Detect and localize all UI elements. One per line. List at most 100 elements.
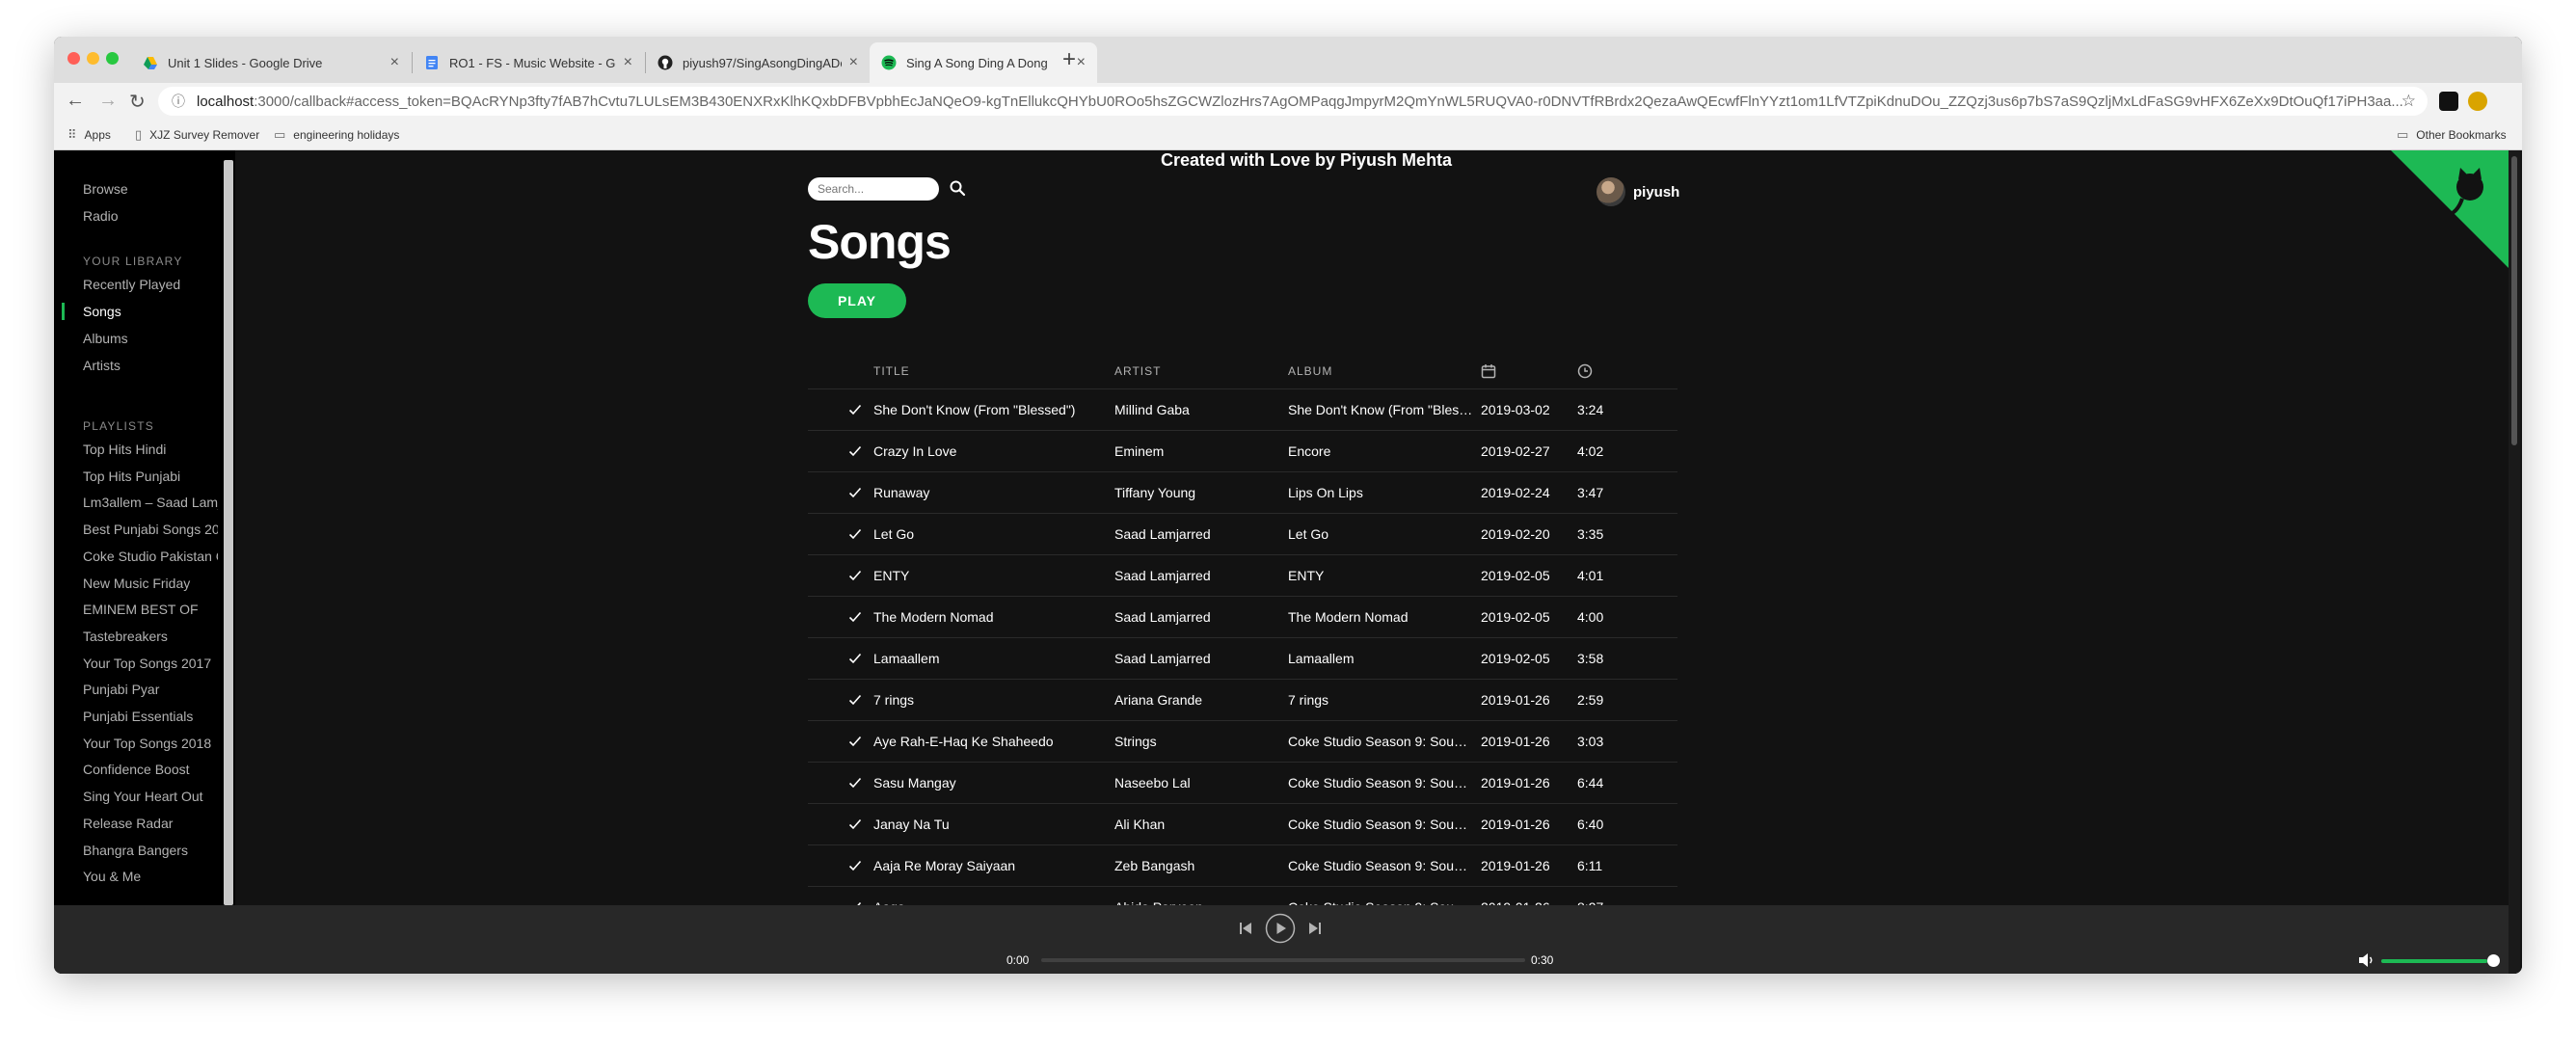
- sidebar-playlist-item[interactable]: Top Hits Hindi: [83, 442, 218, 457]
- close-window-button[interactable]: [67, 52, 80, 65]
- new-tab-button[interactable]: +: [1062, 46, 1076, 73]
- sidebar-playlist-item[interactable]: EMINEM BEST OF: [83, 602, 218, 617]
- bookmark-xjz-survey-remover[interactable]: ▯ XJZ Survey Remover: [135, 127, 259, 143]
- song-artist[interactable]: Naseebo Lal: [1114, 775, 1278, 790]
- table-row[interactable]: Let Go Saad Lamjarred Let Go 2019-02-20 3:35: [808, 514, 1677, 555]
- song-artist[interactable]: Saad Lamjarred: [1114, 568, 1278, 583]
- bookmark-engineering-holidays[interactable]: ▭ engineering holidays: [274, 127, 399, 143]
- checkmark-icon[interactable]: [848, 860, 862, 871]
- column-header-album[interactable]: ALBUM: [1288, 364, 1332, 378]
- song-album[interactable]: The Modern Nomad: [1288, 609, 1473, 625]
- sidebar-playlist-item[interactable]: Bhangra Bangers: [83, 843, 218, 858]
- browser-tab-drive[interactable]: Unit 1 Slides - Google Drive ×: [131, 42, 411, 83]
- song-album[interactable]: Coke Studio Season 9: Soundtrack: [1288, 817, 1473, 832]
- sidebar-playlist-item[interactable]: Tastebreakers: [83, 629, 218, 644]
- table-row[interactable]: 7 rings Ariana Grande 7 rings 2019-01-26 2:5…: [808, 680, 1677, 721]
- checkmark-icon[interactable]: [848, 487, 862, 498]
- song-album[interactable]: Lips On Lips: [1288, 485, 1473, 500]
- song-album[interactable]: Coke Studio Season 9: Soundtrack: [1288, 858, 1473, 873]
- column-header-artist[interactable]: ARTIST: [1114, 364, 1161, 378]
- sidebar-playlist-item[interactable]: New Music Friday: [83, 576, 218, 591]
- sidebar-playlist-item[interactable]: Confidence Boost: [83, 762, 218, 777]
- scrollbar-thumb[interactable]: [2511, 156, 2517, 445]
- forward-arrow-icon[interactable]: →: [98, 90, 118, 112]
- bookmark-star-icon[interactable]: ☆: [2402, 92, 2416, 111]
- previous-track-icon[interactable]: [1238, 921, 1253, 936]
- search-icon[interactable]: [949, 179, 966, 197]
- song-album[interactable]: Lamaallem: [1288, 651, 1473, 666]
- next-track-icon[interactable]: [1307, 921, 1323, 936]
- calendar-icon[interactable]: [1481, 363, 1496, 379]
- close-icon[interactable]: ×: [390, 54, 399, 71]
- address-bar[interactable]: ⓘ localhost:3000/callback#access_token=B…: [158, 87, 2428, 116]
- table-row[interactable]: The Modern Nomad Saad Lamjarred The Modern…: [808, 597, 1677, 638]
- github-corner-octocat-icon[interactable]: [2391, 150, 2509, 268]
- song-artist[interactable]: Strings: [1114, 734, 1278, 749]
- sidebar-playlist-item[interactable]: Best Punjabi Songs 2018: [83, 522, 218, 537]
- progress-bar[interactable]: [1041, 958, 1525, 962]
- table-row[interactable]: Aaja Re Moray Saiyaan Zeb Bangash Coke Stu…: [808, 845, 1677, 887]
- song-album[interactable]: Let Go: [1288, 526, 1473, 542]
- sidebar-scrollbar[interactable]: [224, 160, 233, 905]
- info-icon[interactable]: ⓘ: [172, 92, 185, 111]
- column-header-title[interactable]: TITLE: [873, 364, 910, 378]
- song-album[interactable]: She Don't Know (From "Blessed"): [1288, 402, 1473, 417]
- song-artist[interactable]: Eminem: [1114, 443, 1278, 459]
- sidebar-playlist-item[interactable]: Punjabi Essentials: [83, 709, 218, 724]
- reload-icon[interactable]: ↻: [129, 90, 146, 114]
- checkmark-icon[interactable]: [848, 611, 862, 623]
- sidebar-item-artists[interactable]: Artists: [83, 358, 218, 373]
- bookmark-apps[interactable]: ⠿ Apps: [67, 127, 111, 143]
- song-artist[interactable]: Zeb Bangash: [1114, 858, 1278, 873]
- table-row[interactable]: Aye Rah-E-Haq Ke Shaheedo Strings Coke Stu…: [808, 721, 1677, 763]
- table-row[interactable]: Runaway Tiffany Young Lips On Lips 2019-02-…: [808, 472, 1677, 514]
- sidebar-playlist-item[interactable]: Punjabi Pyar: [83, 682, 218, 697]
- song-artist[interactable]: Ali Khan: [1114, 817, 1278, 832]
- song-artist[interactable]: Saad Lamjarred: [1114, 526, 1278, 542]
- play-button[interactable]: PLAY: [808, 283, 906, 318]
- table-row[interactable]: Janay Na Tu Ali Khan Coke Studio Season 9:…: [808, 804, 1677, 845]
- song-artist[interactable]: Tiffany Young: [1114, 485, 1278, 500]
- sidebar-playlist-item[interactable]: Your Top Songs 2018: [83, 736, 218, 751]
- checkmark-icon[interactable]: [848, 445, 862, 457]
- checkmark-icon[interactable]: [848, 818, 862, 830]
- extension-icon[interactable]: [2439, 92, 2458, 111]
- sidebar-playlist-item[interactable]: Coke Studio Pakistan Covers: [83, 549, 218, 564]
- other-bookmarks[interactable]: ▭ Other Bookmarks: [2397, 127, 2507, 143]
- checkmark-icon[interactable]: [848, 736, 862, 747]
- play-pause-icon[interactable]: [1265, 913, 1296, 944]
- song-album[interactable]: Coke Studio Season 9: Soundtrack: [1288, 775, 1473, 790]
- sidebar-playlist-item[interactable]: Sing Your Heart Out: [83, 789, 218, 804]
- checkmark-icon[interactable]: [848, 528, 862, 540]
- checkmark-icon[interactable]: [848, 777, 862, 789]
- song-album[interactable]: Encore: [1288, 443, 1473, 459]
- volume-slider-handle[interactable]: [2487, 954, 2500, 967]
- song-album[interactable]: Coke Studio Season 9: Soundtrack: [1288, 734, 1473, 749]
- table-row[interactable]: Crazy In Love Eminem Encore 2019-02-27 4:02: [808, 431, 1677, 472]
- song-artist[interactable]: Ariana Grande: [1114, 692, 1278, 708]
- sidebar-playlist-item[interactable]: Release Radar: [83, 816, 218, 831]
- checkmark-icon[interactable]: [848, 694, 862, 706]
- song-album[interactable]: ENTY: [1288, 568, 1473, 583]
- user-profile[interactable]: piyush: [1597, 177, 1679, 206]
- table-row[interactable]: ENTY Saad Lamjarred ENTY 2019-02-05 4:01: [808, 555, 1677, 597]
- close-icon[interactable]: ×: [1077, 54, 1086, 71]
- browser-tab-docs[interactable]: RO1 - FS - Music Website - Google Docs ×: [413, 42, 644, 83]
- browser-tab-github[interactable]: piyush97/SingAsongDingADong: ... ×: [646, 42, 870, 83]
- page-scrollbar[interactable]: [2509, 150, 2520, 974]
- close-icon[interactable]: ×: [624, 54, 632, 71]
- sidebar-item-songs[interactable]: Songs: [83, 304, 218, 319]
- sidebar-playlist-item[interactable]: Top Hits Punjabi: [83, 469, 218, 484]
- table-row[interactable]: She Don't Know (From "Blessed") Millind G…: [808, 389, 1677, 431]
- checkmark-icon[interactable]: [848, 404, 862, 415]
- volume-slider[interactable]: [2381, 959, 2493, 963]
- search-input[interactable]: [808, 177, 939, 201]
- sidebar-item-albums[interactable]: Albums: [83, 331, 218, 346]
- sidebar-item-radio[interactable]: Radio: [83, 208, 218, 224]
- song-artist[interactable]: Saad Lamjarred: [1114, 651, 1278, 666]
- sidebar-playlist-item[interactable]: Your Top Songs 2017: [83, 656, 218, 671]
- back-arrow-icon[interactable]: ←: [66, 90, 85, 112]
- table-row[interactable]: Sasu Mangay Naseebo Lal Coke Studio Season…: [808, 763, 1677, 804]
- volume-icon[interactable]: [2358, 952, 2375, 968]
- close-icon[interactable]: ×: [849, 54, 858, 71]
